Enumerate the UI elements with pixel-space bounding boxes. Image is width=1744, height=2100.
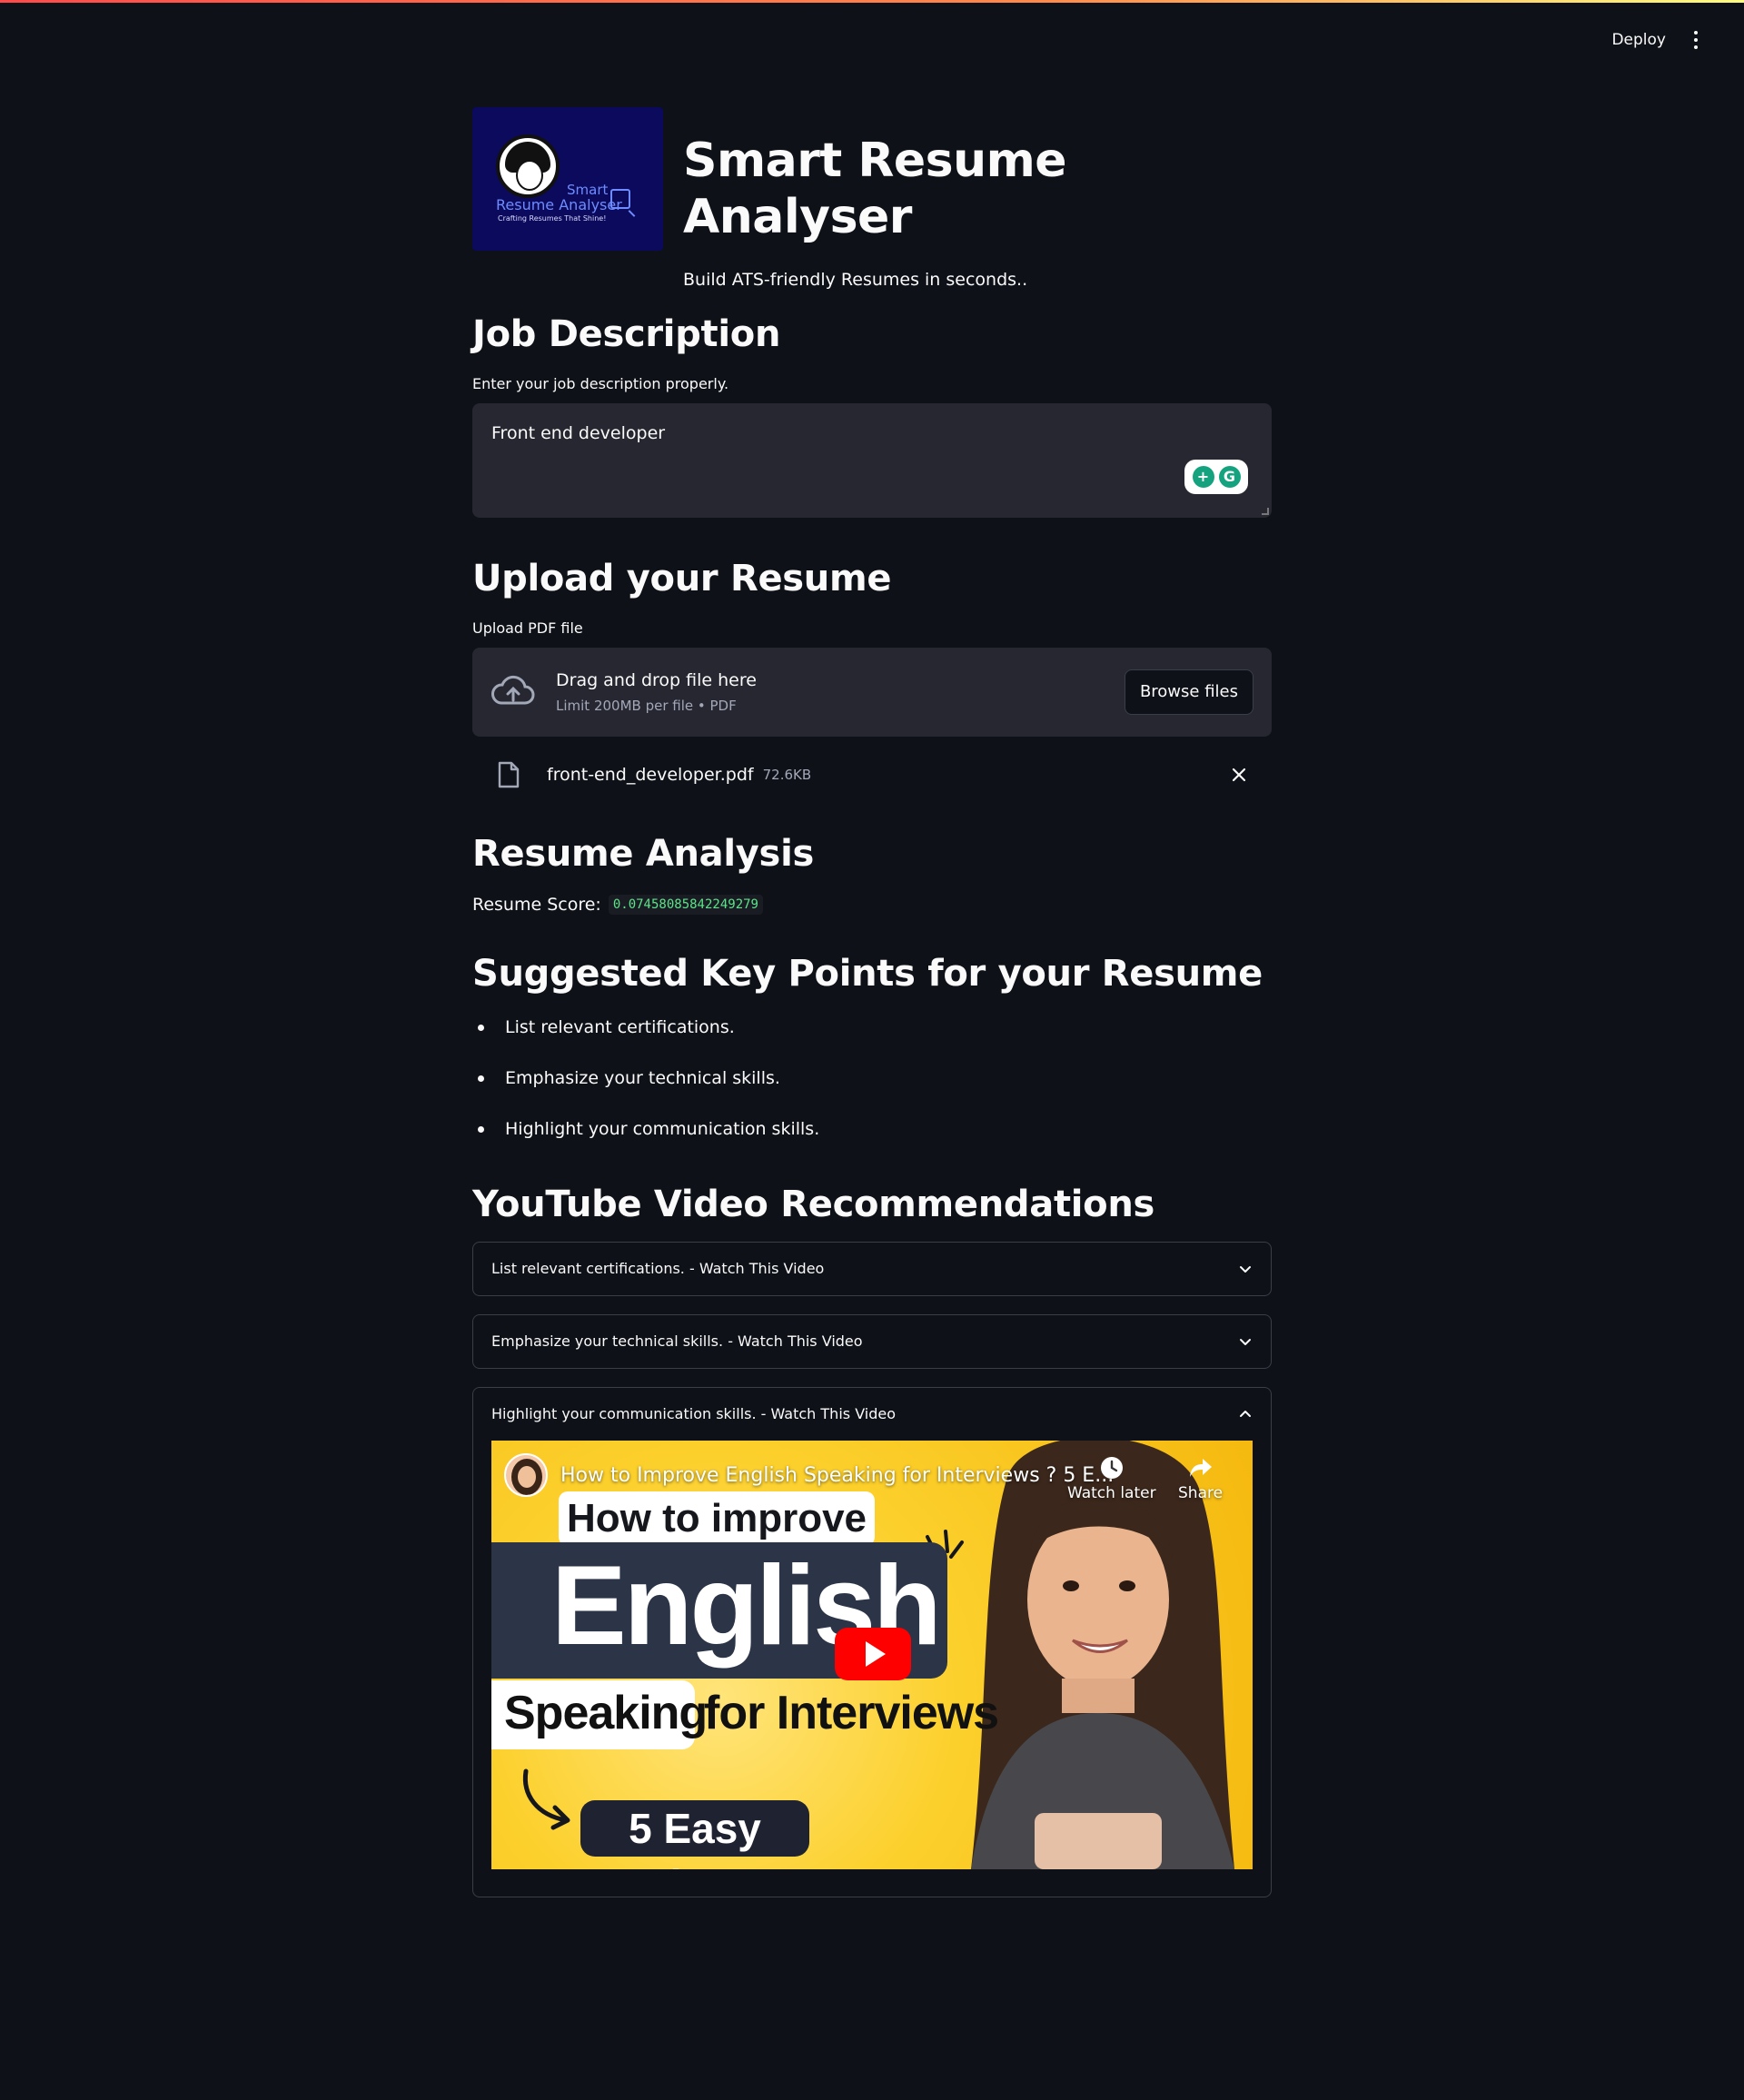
app-logo: Smart Resume Analyser Crafting Resumes T… bbox=[472, 107, 663, 251]
resume-score-row: Resume Score: 0.07458085842249279 bbox=[472, 894, 1272, 915]
video-title[interactable]: How to Improve English Speaking for Inte… bbox=[560, 1464, 1114, 1487]
browse-files-button[interactable]: Browse files bbox=[1124, 669, 1254, 715]
youtube-video-player[interactable]: How to Improve English Speaking for Inte… bbox=[491, 1440, 1253, 1869]
expander-header[interactable]: Highlight your communication skills. - W… bbox=[473, 1388, 1271, 1441]
channel-avatar[interactable] bbox=[504, 1452, 548, 1497]
page-subtitle: Build ATS-friendly Resumes in seconds.. bbox=[683, 269, 1028, 290]
job-description-textarea[interactable]: Front end developer + G bbox=[472, 402, 1272, 518]
videos-heading: YouTube Video Recommendations bbox=[472, 1183, 1155, 1225]
suggestions-list: List relevant certifications. Emphasize … bbox=[472, 1015, 1272, 1167]
upload-heading: Upload your Resume bbox=[472, 557, 892, 599]
list-item: Highlight your communication skills. bbox=[472, 1116, 1272, 1167]
thumbnail-text-interviews: for Interviews bbox=[704, 1686, 999, 1739]
share-label: Share bbox=[1178, 1483, 1224, 1502]
presenter-image bbox=[971, 1440, 1234, 1869]
analysis-heading: Resume Analysis bbox=[472, 832, 814, 875]
list-item: List relevant certifications. bbox=[472, 1015, 1272, 1065]
close-icon[interactable] bbox=[1226, 762, 1252, 788]
file-dropzone[interactable]: Drag and drop file here Limit 200MB per … bbox=[472, 647, 1272, 737]
file-size: 72.6KB bbox=[762, 766, 812, 783]
title-row: Smart Resume Analyser Crafting Resumes T… bbox=[472, 107, 1272, 290]
expander-header[interactable]: List relevant certifications. - Watch Th… bbox=[473, 1243, 1271, 1295]
page-title: Smart Resume Analyser bbox=[683, 134, 1067, 245]
job-description-label: Enter your job description properly. bbox=[472, 374, 729, 392]
app-header: Deploy bbox=[1381, 0, 1744, 80]
thumbnail-text-speaking: Speaking bbox=[504, 1686, 708, 1739]
share-button[interactable]: Share bbox=[1178, 1455, 1223, 1502]
dropzone-instruction: Drag and drop file here bbox=[556, 669, 757, 690]
suggestions-heading: Suggested Key Points for your Resume bbox=[472, 952, 1263, 995]
avatar-icon bbox=[496, 134, 560, 198]
file-icon bbox=[498, 761, 520, 788]
logo-text-name: Resume Analyser bbox=[496, 196, 622, 213]
logo-tagline: Crafting Resumes That Shine! bbox=[498, 214, 607, 223]
share-icon bbox=[1189, 1458, 1212, 1477]
thumbnail-text-how-to-improve: How to improve bbox=[559, 1491, 875, 1546]
main-content: Smart Resume Analyser Crafting Resumes T… bbox=[472, 107, 1272, 1897]
file-name: front-end_developer.pdf bbox=[547, 764, 754, 785]
job-description-heading: Job Description bbox=[472, 312, 781, 355]
list-item: Emphasize your technical skills. bbox=[472, 1065, 1272, 1116]
deploy-button[interactable]: Deploy bbox=[1611, 31, 1666, 49]
resume-score-value: 0.07458085842249279 bbox=[608, 894, 763, 915]
title-block: Smart Resume Analyser Build ATS-friendly… bbox=[683, 107, 1272, 290]
video-expander: Emphasize your technical skills. - Watch… bbox=[472, 1313, 1272, 1369]
more-vertical-icon[interactable] bbox=[1691, 31, 1700, 49]
watch-later-button[interactable]: Watch later bbox=[1067, 1455, 1156, 1502]
clock-icon bbox=[1100, 1456, 1123, 1479]
video-expander-open: Highlight your communication skills. - W… bbox=[472, 1386, 1272, 1897]
expander-label: Emphasize your technical skills. - Watch… bbox=[491, 1332, 863, 1351]
dropzone-text: Drag and drop file here Limit 200MB per … bbox=[556, 670, 757, 714]
expander-header[interactable]: Emphasize your technical skills. - Watch… bbox=[473, 1315, 1271, 1368]
grammarly-icon[interactable]: + G bbox=[1184, 459, 1248, 494]
expander-label: Highlight your communication skills. - W… bbox=[491, 1405, 897, 1423]
arrow-icon bbox=[522, 1768, 570, 1830]
chevron-down-icon bbox=[1240, 1265, 1251, 1273]
thumbnail-text-tips: 5 Easy Tips! bbox=[580, 1799, 809, 1869]
video-expander: List relevant certifications. - Watch Th… bbox=[472, 1241, 1272, 1296]
play-icon[interactable] bbox=[835, 1627, 911, 1680]
resume-score-label: Resume Score: bbox=[472, 894, 601, 915]
uploaded-file-row: front-end_developer.pdf 72.6KB bbox=[472, 749, 1272, 800]
cloud-upload-icon bbox=[491, 675, 535, 705]
dropzone-limit: Limit 200MB per file • PDF bbox=[556, 697, 737, 714]
expander-label: List relevant certifications. - Watch Th… bbox=[491, 1260, 825, 1278]
watch-later-label: Watch later bbox=[1067, 1483, 1156, 1502]
magnifier-icon bbox=[610, 189, 630, 209]
chevron-up-icon bbox=[1240, 1410, 1251, 1417]
resize-handle-icon[interactable] bbox=[1262, 507, 1269, 515]
chevron-down-icon bbox=[1240, 1338, 1251, 1345]
upload-label: Upload PDF file bbox=[472, 619, 583, 637]
job-description-value: Front end developer bbox=[491, 422, 666, 443]
